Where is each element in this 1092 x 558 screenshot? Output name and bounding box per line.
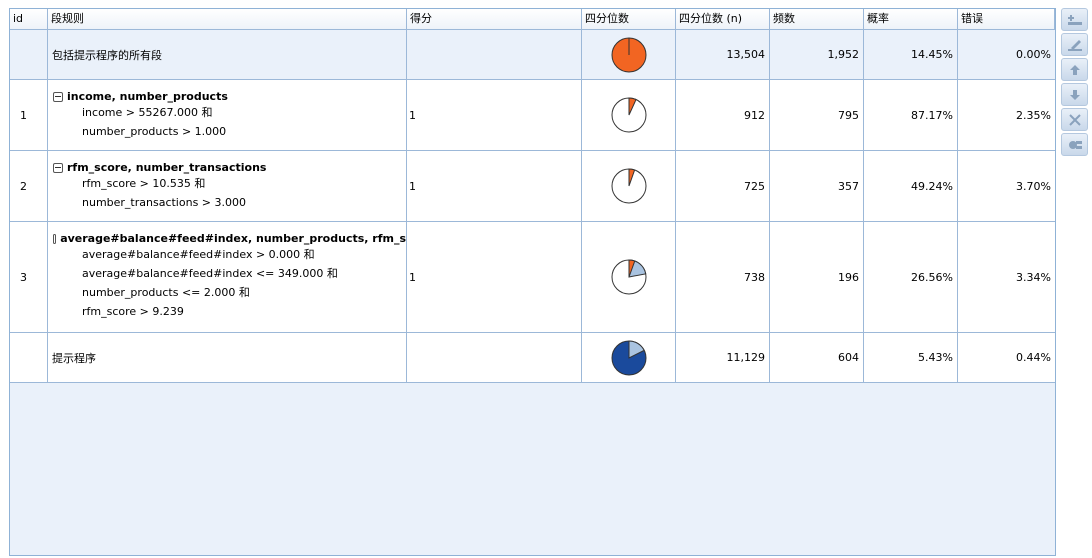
pie-chart-icon xyxy=(611,168,646,204)
segment-rules-grid: id 段规则 得分 四分位数 四分位数 (n) 频数 概率 错误 包括提示程序的… xyxy=(9,8,1056,556)
cell-quartile-n: 725 xyxy=(676,151,770,221)
pie-chart-icon xyxy=(611,339,646,375)
collapse-toggle-icon[interactable] xyxy=(53,91,63,102)
cell-prob: 5.43% xyxy=(864,333,958,382)
segment-title: average#balance#feed#index, number_produ… xyxy=(53,232,406,245)
cell-error: 3.70% xyxy=(1016,179,1051,193)
move-down-icon xyxy=(1069,89,1080,100)
cell-id xyxy=(10,30,48,79)
col-header-error[interactable]: 错误 xyxy=(958,9,1055,29)
cell-score xyxy=(407,333,582,382)
segment-title: rfm_score, number_transactions xyxy=(53,161,406,174)
col-header-prob[interactable]: 概率 xyxy=(864,9,958,29)
cell-error: 0.00% xyxy=(1016,48,1051,61)
cell-id xyxy=(10,333,48,382)
cell-id: 1 xyxy=(10,80,48,150)
condition-line: average#balance#feed#index <= 349.000 和 xyxy=(82,267,338,280)
segment-title-text: average#balance#feed#index, number_produ… xyxy=(60,232,406,245)
table-row-segment-3[interactable]: 3 average#balance#feed#index, number_pro… xyxy=(10,222,1055,333)
condition-line: average#balance#feed#index > 0.000 和 xyxy=(82,248,315,261)
cell-freq: 357 xyxy=(770,151,864,221)
cell-error: 2.35% xyxy=(1016,108,1051,122)
cell-freq: 604 xyxy=(770,333,864,382)
cell-quartile-pie xyxy=(582,333,676,382)
condition-line: rfm_score > 10.535 和 xyxy=(82,177,206,190)
condition-line: number_products <= 2.000 和 xyxy=(82,286,250,299)
pie-chart-icon xyxy=(611,37,646,72)
condition-line: income > 55267.000 和 xyxy=(82,106,213,119)
condition-line: number_products > 1.000 xyxy=(82,125,227,138)
generate-icon xyxy=(1068,140,1082,149)
move-down-button[interactable] xyxy=(1061,83,1088,106)
delete-button[interactable] xyxy=(1061,108,1088,131)
move-up-icon xyxy=(1069,64,1080,75)
col-header-quartile[interactable]: 四分位数 xyxy=(582,9,676,29)
cell-rule: rfm_score, number_transactions rfm_score… xyxy=(48,151,407,221)
col-header-rule[interactable]: 段规则 xyxy=(48,9,407,29)
cell-rule-label: 包括提示程序的所有段 xyxy=(48,30,407,79)
cell-freq: 196 xyxy=(770,222,864,332)
cell-quartile-pie xyxy=(582,222,676,332)
condition-line: number_transactions > 3.000 xyxy=(82,196,247,209)
cell-rule: average#balance#feed#index, number_produ… xyxy=(48,222,407,332)
cell-quartile-n: 11,129 xyxy=(676,333,770,382)
col-header-quartile-n[interactable]: 四分位数 (n) xyxy=(676,9,770,29)
cell-id: 3 xyxy=(10,222,48,332)
generate-button[interactable] xyxy=(1061,133,1088,156)
segment-title-text: rfm_score, number_transactions xyxy=(67,161,267,174)
condition-line: rfm_score > 9.239 xyxy=(82,305,184,318)
table-row-segment-1[interactable]: 1 income, number_products income > 55267… xyxy=(10,80,1055,151)
delete-icon xyxy=(1068,113,1081,126)
cell-score: 1 xyxy=(407,80,582,150)
insert-segment-button[interactable] xyxy=(1061,8,1088,31)
edit-segment-button[interactable] xyxy=(1061,33,1088,56)
cell-prob: 49.24% xyxy=(864,151,958,221)
segment-title-text: income, number_products xyxy=(67,90,228,103)
grid-header: id 段规则 得分 四分位数 四分位数 (n) 频数 概率 错误 xyxy=(10,9,1055,30)
cell-prob: 14.45% xyxy=(864,30,958,79)
segment-title: income, number_products xyxy=(53,90,406,103)
cell-id: 2 xyxy=(10,151,48,221)
cell-score: 1 xyxy=(407,222,582,332)
cell-quartile-pie xyxy=(582,151,676,221)
cell-quartile-pie xyxy=(582,30,676,79)
col-header-id[interactable]: id xyxy=(10,9,48,29)
edit-segment-icon xyxy=(1067,39,1082,51)
cell-prob: 87.17% xyxy=(864,80,958,150)
move-up-button[interactable] xyxy=(1061,58,1088,81)
table-row-remainder[interactable]: 提示程序 11,129 604 5.43% 0.44% xyxy=(10,333,1055,383)
cell-score: 1 xyxy=(407,151,582,221)
collapse-toggle-icon[interactable] xyxy=(53,233,57,244)
cell-error: 0.44% xyxy=(1016,351,1051,364)
insert-segment-icon xyxy=(1067,14,1082,25)
cell-error: 3.34% xyxy=(1016,270,1051,284)
table-row-all-segments[interactable]: 包括提示程序的所有段 13,504 1,952 14.45% 0.00% xyxy=(10,30,1055,80)
pie-chart-icon xyxy=(611,259,646,295)
cell-quartile-n: 738 xyxy=(676,222,770,332)
cell-rule-label: 提示程序 xyxy=(48,333,407,382)
col-header-freq[interactable]: 频数 xyxy=(770,9,864,29)
col-header-score[interactable]: 得分 xyxy=(407,9,582,29)
table-row-segment-2[interactable]: 2 rfm_score, number_transactions rfm_sco… xyxy=(10,151,1055,222)
cell-quartile-pie xyxy=(582,80,676,150)
cell-freq: 795 xyxy=(770,80,864,150)
cell-quartile-n: 13,504 xyxy=(676,30,770,79)
collapse-toggle-icon[interactable] xyxy=(53,162,63,173)
cell-score xyxy=(407,30,582,79)
cell-rule: income, number_products income > 55267.0… xyxy=(48,80,407,150)
segment-toolbar xyxy=(1061,8,1089,158)
cell-freq: 1,952 xyxy=(770,30,864,79)
cell-prob: 26.56% xyxy=(864,222,958,332)
cell-quartile-n: 912 xyxy=(676,80,770,150)
pie-chart-icon xyxy=(611,97,646,133)
